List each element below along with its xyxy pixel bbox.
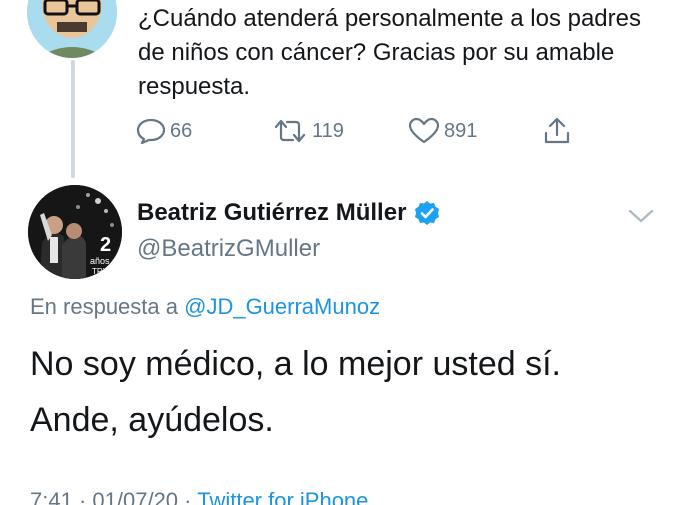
- tweet-source-link[interactable]: Twitter for iPhone: [197, 488, 368, 505]
- badge-line1: años de: [90, 256, 122, 266]
- heart-icon: [408, 117, 440, 144]
- tweet-body: No soy médico, a lo mejor usted sí. Ande…: [30, 336, 660, 448]
- share-button[interactable]: [542, 116, 572, 146]
- tweet-thread: ¿Cuándo atenderá personalmente a los pad…: [0, 0, 680, 505]
- verified-badge-icon: [415, 201, 440, 225]
- cartoon-face-icon: [27, 0, 117, 58]
- author-avatar[interactable]: 2 años de TRIUNFO: [28, 185, 122, 279]
- reply-context: En respuesta a @JD_GuerraMunoz: [30, 294, 380, 320]
- retweet-button[interactable]: 119: [272, 116, 344, 146]
- thread-connector: [71, 60, 75, 178]
- tweet-actions: 66 119 891: [136, 116, 586, 146]
- like-count: 891: [444, 119, 478, 142]
- author-handle[interactable]: @BeatrizGMuller: [137, 235, 320, 263]
- reply-count: 66: [170, 119, 193, 142]
- user-avatar-top[interactable]: [27, 0, 117, 58]
- separator: ·: [184, 488, 192, 505]
- separator: ·: [78, 488, 87, 505]
- retweet-count: 119: [312, 119, 344, 142]
- display-name-text: Beatriz Gutiérrez Müller: [137, 199, 407, 226]
- reply-prefix: En respuesta a: [30, 294, 178, 319]
- tweet-time: 7:41: [30, 488, 73, 505]
- avatar-badge: 2 años de TRIUNFO: [90, 234, 122, 276]
- badge-number: 2: [100, 234, 111, 256]
- badge-line2: TRIUNFO: [92, 267, 122, 276]
- reply-button[interactable]: 66: [136, 116, 192, 146]
- parent-tweet-text: ¿Cuándo atenderá personalmente a los pad…: [138, 5, 641, 100]
- tweet-metadata: 7:41 · 01/07/20 · Twitter for iPhone: [30, 488, 368, 505]
- like-button[interactable]: 891: [408, 116, 477, 146]
- tweet-text-line-1: No soy médico, a lo mejor usted sí.: [30, 345, 562, 383]
- author-name[interactable]: Beatriz Gutiérrez Müller: [137, 199, 440, 227]
- tweet-date: 01/07/20: [92, 488, 179, 505]
- tweet-menu-button[interactable]: [627, 207, 655, 230]
- chevron-down-icon: [628, 209, 654, 223]
- reply-mention-link[interactable]: @JD_GuerraMunoz: [184, 294, 380, 319]
- reply-icon: [136, 118, 166, 145]
- share-icon: [544, 117, 570, 144]
- retweet-icon: [274, 119, 306, 143]
- tweet-text-line-2: Ande, ayúdelos.: [30, 401, 274, 439]
